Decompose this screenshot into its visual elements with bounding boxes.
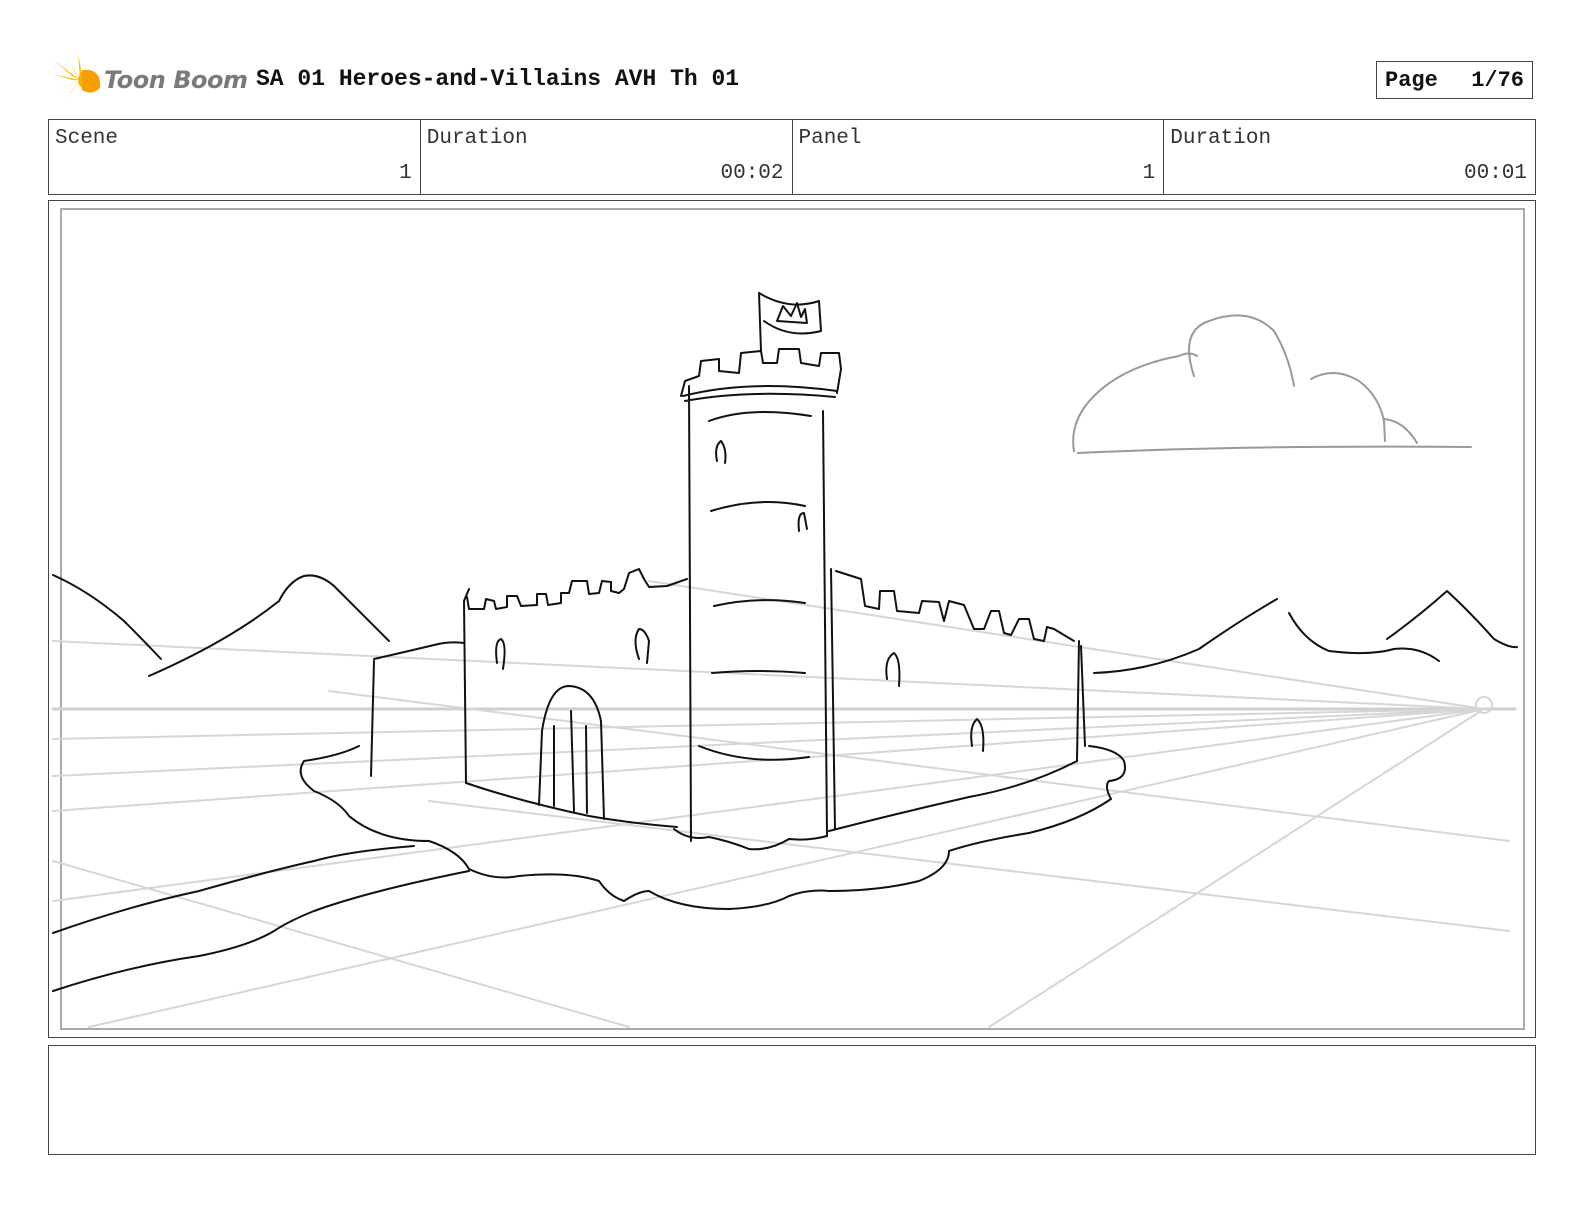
- panel-value: 1: [1142, 162, 1156, 185]
- panel-duration-value: 00:01: [1463, 162, 1527, 185]
- scene-cell: Scene 1: [49, 120, 421, 194]
- panel-duration-label: Duration: [1170, 127, 1272, 150]
- castle-sketch: [51, 292, 1518, 1028]
- caption-box: [48, 1045, 1536, 1155]
- scene-duration-value: 00:02: [720, 162, 784, 185]
- scene-value: 1: [399, 162, 412, 185]
- scene-info-table: Scene 1 Duration 00:02 Panel 1 Duration …: [48, 119, 1536, 195]
- panel-cell: Panel 1: [793, 120, 1165, 194]
- toon-boom-burst-icon: [52, 54, 101, 104]
- panel-duration-cell: Duration 00:01: [1164, 120, 1535, 194]
- document-title: SA 01 Heroes-and-Villains AVH Th 01: [256, 66, 740, 92]
- scene-label: Scene: [55, 127, 119, 150]
- panel-label: Panel: [798, 127, 862, 150]
- page-label: Page: [1385, 67, 1438, 93]
- scene-duration-cell: Duration 00:02: [421, 120, 793, 194]
- scene-duration-label: Duration: [426, 127, 528, 150]
- page-number: 1/76: [1471, 67, 1524, 93]
- logo-text: Toon Boom: [104, 66, 248, 94]
- storyboard-panel: [48, 200, 1536, 1038]
- page-indicator: Page 1/76: [1376, 61, 1533, 99]
